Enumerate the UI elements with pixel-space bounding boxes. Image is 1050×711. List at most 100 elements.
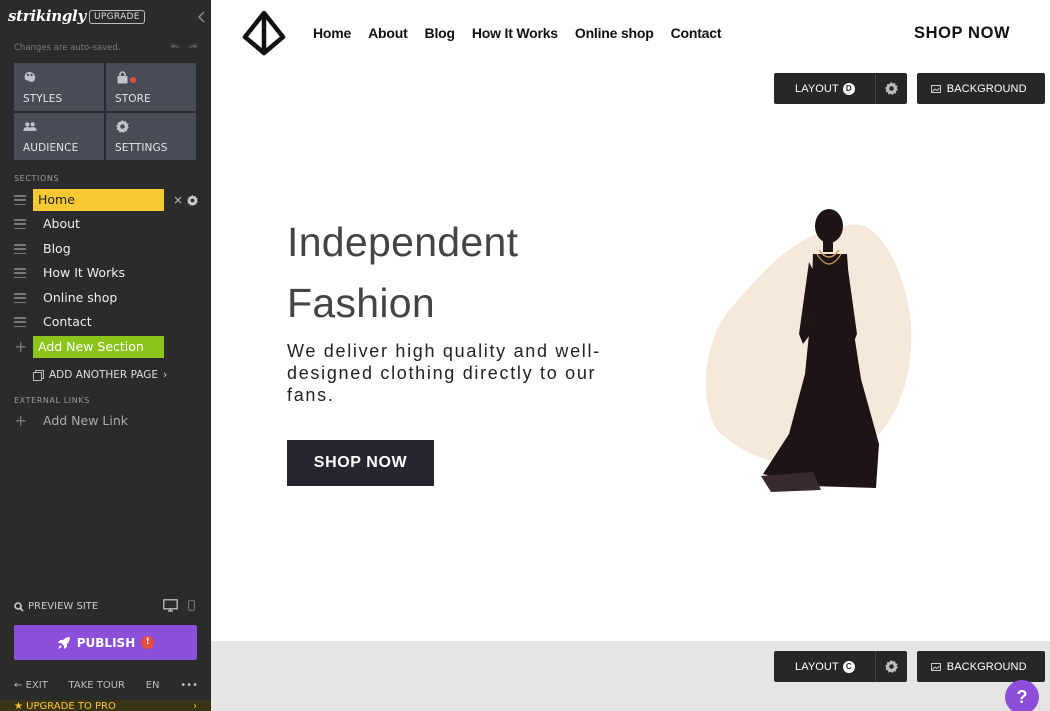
section-label: How It Works xyxy=(43,265,125,280)
autosave-note: Changes are auto-saved. xyxy=(14,43,121,53)
drag-handle-icon[interactable] xyxy=(14,268,26,278)
audience-tile[interactable]: AUDIENCE xyxy=(14,112,104,160)
upgrade-to-pro-banner[interactable]: ★ UPGRADE TO PRO › xyxy=(0,700,211,711)
section-item-contact[interactable]: Contact xyxy=(14,311,97,333)
help-button[interactable]: ? xyxy=(1005,680,1039,711)
chevron-right-icon: › xyxy=(163,369,168,381)
nav-about[interactable]: About xyxy=(368,25,408,41)
brand-logo-icon[interactable] xyxy=(240,10,288,57)
layout-button[interactable]: LAYOUT C xyxy=(774,651,875,682)
layout-button[interactable]: LAYOUT D xyxy=(774,73,875,104)
audience-label: AUDIENCE xyxy=(23,142,79,154)
drag-handle-icon[interactable] xyxy=(14,317,26,327)
upgrade-badge[interactable]: UPGRADE xyxy=(89,10,145,24)
collapse-sidebar-icon[interactable] xyxy=(197,11,207,23)
image-icon xyxy=(930,84,941,93)
plus-icon: + xyxy=(14,411,28,430)
fashion-model-image[interactable] xyxy=(701,204,916,494)
gear-icon xyxy=(884,660,898,673)
star-icon: ★ xyxy=(14,701,23,711)
section-settings-button[interactable] xyxy=(874,73,907,104)
preview-site-button[interactable]: PREVIEW SITE xyxy=(14,601,98,612)
layout-variant-badge: C xyxy=(842,660,855,673)
strikingly-logo[interactable]: strikingly xyxy=(8,7,86,25)
add-link-button[interactable]: + Add New Link xyxy=(14,411,133,431)
nav-contact[interactable]: Contact xyxy=(671,25,722,41)
section-settings-button[interactable] xyxy=(874,651,907,682)
section-item-about[interactable]: About xyxy=(14,213,85,235)
hero-shop-now-button[interactable]: SHOP NOW xyxy=(287,440,434,486)
gear-icon xyxy=(884,82,898,95)
desktop-icon[interactable] xyxy=(163,599,178,612)
plus-icon: + xyxy=(14,337,28,356)
store-tile[interactable]: STORE xyxy=(106,63,196,111)
external-links-header: EXTERNAL LINKS xyxy=(14,396,90,405)
layout-variant-badge: D xyxy=(842,82,855,95)
store-label: STORE xyxy=(115,92,151,105)
styles-tile[interactable]: STYLES xyxy=(14,63,104,111)
exit-button[interactable]: ← EXIT xyxy=(14,680,48,691)
section-actions: × xyxy=(173,193,199,207)
sidebar-footer: ← EXIT TAKE TOUR EN ••• xyxy=(14,680,198,691)
section-toolbar-top: LAYOUT D BACKGROUND xyxy=(774,73,1045,104)
sections-header: SECTIONS xyxy=(14,174,60,183)
settings-tile[interactable]: SETTINGS xyxy=(106,112,196,160)
add-section-button[interactable]: + Add New Section xyxy=(14,336,164,358)
close-icon[interactable]: × xyxy=(173,193,183,207)
palette-icon xyxy=(23,71,37,83)
section-label: Online shop xyxy=(43,290,118,305)
section-item-home[interactable]: Home xyxy=(14,189,164,211)
next-section: LAYOUT C BACKGROUND xyxy=(211,641,1050,711)
nav-how-it-works[interactable]: How It Works xyxy=(472,25,558,41)
device-toggle xyxy=(163,599,195,612)
background-button[interactable]: BACKGROUND xyxy=(916,651,1045,682)
publish-button[interactable]: PUBLISH ! xyxy=(14,625,197,660)
add-page-button[interactable]: ADD ANOTHER PAGE › xyxy=(33,369,167,381)
section-item-blog[interactable]: Blog xyxy=(14,238,76,260)
section-label: About xyxy=(43,216,80,231)
language-button[interactable]: EN xyxy=(146,680,160,691)
exit-label: EXIT xyxy=(25,680,48,691)
add-section-label: Add New Section xyxy=(33,336,164,358)
arrow-left-icon: ← xyxy=(14,680,23,691)
styles-label: STYLES xyxy=(23,92,63,105)
nav-home[interactable]: Home xyxy=(313,25,351,41)
settings-label: SETTINGS xyxy=(115,142,168,154)
more-button[interactable]: ••• xyxy=(180,680,198,691)
hero-title[interactable]: Independent Fashion xyxy=(287,212,518,334)
page-icon xyxy=(33,369,44,381)
section-item-online-shop[interactable]: Online shop xyxy=(14,287,122,309)
section-item-how-it-works[interactable]: How It Works xyxy=(14,262,130,284)
gear-icon[interactable] xyxy=(187,194,199,206)
nav-online-shop[interactable]: Online shop xyxy=(575,25,654,41)
add-page-label: ADD ANOTHER PAGE xyxy=(49,369,158,381)
publish-label: PUBLISH xyxy=(76,635,136,650)
layout-group: LAYOUT C xyxy=(774,651,907,682)
site-preview: Home About Blog How It Works Online shop… xyxy=(211,0,1050,711)
background-button[interactable]: BACKGROUND xyxy=(916,73,1045,104)
drag-handle-icon[interactable] xyxy=(14,195,26,205)
editor-sidebar: strikingly UPGRADE Changes are auto-save… xyxy=(0,0,211,711)
preview-label: PREVIEW SITE xyxy=(28,601,99,612)
layout-label: LAYOUT xyxy=(795,660,839,673)
rocket-icon xyxy=(57,636,70,649)
nav-blog[interactable]: Blog xyxy=(425,25,456,41)
drag-handle-icon[interactable] xyxy=(14,219,26,229)
section-label: Home xyxy=(33,189,164,211)
people-icon xyxy=(23,121,37,133)
take-tour-button[interactable]: TAKE TOUR xyxy=(69,680,125,691)
store-notification-dot xyxy=(130,77,136,83)
add-link-label: Add New Link xyxy=(43,413,129,428)
undo-redo-icons[interactable] xyxy=(168,41,200,54)
hero-subtitle[interactable]: We deliver high quality and well-designe… xyxy=(287,340,617,406)
chevron-right-icon: › xyxy=(193,701,197,711)
hero-title-line1: Independent xyxy=(287,219,519,265)
drag-handle-icon[interactable] xyxy=(14,293,26,303)
editor-tiles: STYLES STORE AUDIENCE SETTINGS xyxy=(14,63,196,160)
shop-now-nav-button[interactable]: SHOP NOW xyxy=(914,24,1010,43)
layout-group: LAYOUT D xyxy=(774,73,907,104)
section-toolbar-bottom: LAYOUT C BACKGROUND xyxy=(774,651,1045,682)
site-nav: Home About Blog How It Works Online shop… xyxy=(313,25,722,41)
mobile-icon[interactable] xyxy=(188,600,195,611)
drag-handle-icon[interactable] xyxy=(14,244,26,254)
